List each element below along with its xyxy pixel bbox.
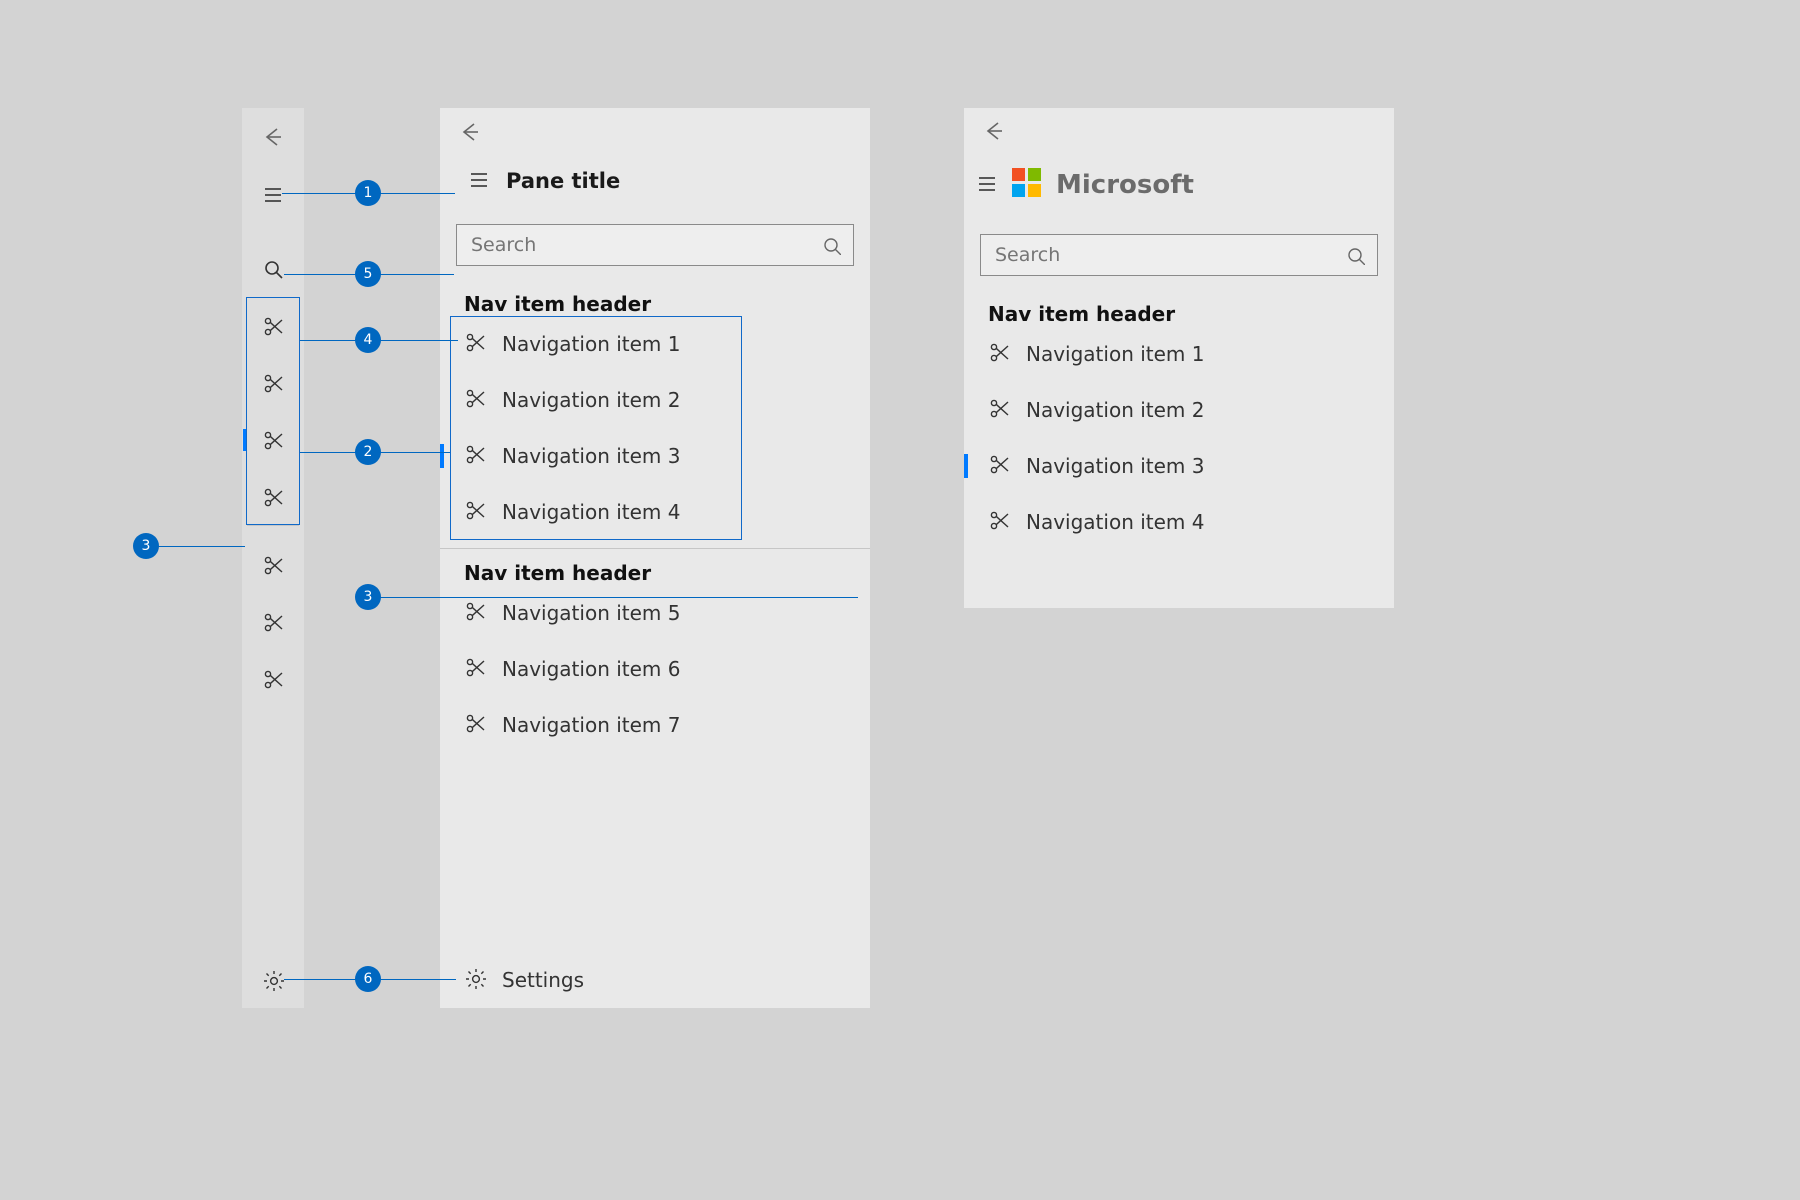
- scissors-icon: [988, 453, 1010, 475]
- scissors-icon: [262, 668, 284, 690]
- nav-item-4[interactable]: Navigation item 4: [440, 484, 870, 540]
- expanded-pane: Pane title Nav item header Navigation it…: [440, 108, 870, 1008]
- nav-icon-3[interactable]: [242, 411, 304, 468]
- section-header-2: Nav item header: [464, 561, 870, 585]
- callout-badge-1: 1: [355, 180, 381, 206]
- nav-item-5[interactable]: Navigation item 5: [440, 585, 870, 641]
- nav-item-label: Navigation item 7: [502, 713, 681, 737]
- scissors-icon: [464, 443, 486, 465]
- nav-icon-4[interactable]: [242, 468, 304, 525]
- search-input[interactable]: [469, 233, 821, 257]
- nav-item-6[interactable]: Navigation item 6: [440, 641, 870, 697]
- back-arrow-icon: [458, 120, 482, 144]
- scissors-icon: [464, 600, 486, 622]
- search-box[interactable]: [980, 234, 1378, 276]
- callout-badge-2: 2: [355, 439, 381, 465]
- scissors-icon: [464, 387, 486, 409]
- selection-indicator: [440, 444, 444, 468]
- hamburger-icon: [976, 172, 998, 194]
- nav-item-label: Navigation item 1: [502, 332, 681, 356]
- callout-badge-6: 6: [355, 966, 381, 992]
- back-arrow-icon: [261, 125, 285, 149]
- scissors-icon: [464, 656, 486, 678]
- callout-badge-4: 4: [355, 327, 381, 353]
- search-box[interactable]: [456, 224, 854, 266]
- nav-item-label: Navigation item 6: [502, 657, 681, 681]
- nav-item-2[interactable]: Navigation item 2: [440, 372, 870, 428]
- nav-item-label: Navigation item 5: [502, 601, 681, 625]
- nav-item-3[interactable]: Navigation item 3: [440, 428, 870, 484]
- nav-item-label: Navigation item 3: [502, 444, 681, 468]
- nav-icon-7[interactable]: [242, 650, 304, 707]
- scissors-icon: [262, 315, 284, 337]
- nav-icon-2[interactable]: [242, 354, 304, 411]
- scissors-icon: [262, 486, 284, 508]
- brand-title: Microsoft: [1056, 170, 1194, 200]
- scissors-icon: [262, 554, 284, 576]
- scissors-icon: [988, 509, 1010, 531]
- selection-indicator: [243, 429, 246, 451]
- scissors-icon: [262, 611, 284, 633]
- nav-item-label: Navigation item 3: [1026, 454, 1205, 478]
- hamburger-icon: [262, 183, 284, 205]
- branded-pane: Microsoft Nav item header Navigation ite…: [964, 108, 1394, 608]
- nav-item-label: Navigation item 4: [502, 500, 681, 524]
- section-header: Nav item header: [988, 302, 1394, 326]
- back-arrow-icon: [982, 119, 1006, 143]
- diagram-canvas: Pane title Nav item header Navigation it…: [0, 0, 1800, 1200]
- nav-icon-5[interactable]: [242, 536, 304, 593]
- search-icon: [821, 235, 841, 255]
- nav-item-3[interactable]: Navigation item 3: [964, 438, 1394, 494]
- scissors-icon: [464, 712, 486, 734]
- callout-badge-5: 5: [355, 261, 381, 287]
- nav-item-4[interactable]: Navigation item 4: [964, 494, 1394, 550]
- hamburger-icon: [468, 168, 490, 190]
- hamburger-button[interactable]: [468, 168, 490, 194]
- callout-line: [378, 597, 858, 598]
- search-icon: [262, 258, 284, 280]
- nav-item-1[interactable]: Navigation item 1: [440, 316, 870, 372]
- section-separator: [440, 548, 870, 549]
- nav-item-7[interactable]: Navigation item 7: [440, 697, 870, 753]
- nav-icon-1[interactable]: [242, 297, 304, 354]
- selection-indicator: [964, 454, 968, 478]
- nav-item-1[interactable]: Navigation item 1: [964, 326, 1394, 382]
- nav-item-label: Navigation item 2: [502, 388, 681, 412]
- microsoft-logo-icon: [1012, 168, 1042, 202]
- section-header-1: Nav item header: [464, 292, 870, 316]
- search-button[interactable]: [242, 240, 304, 297]
- scissors-icon: [464, 499, 486, 521]
- nav-icon-6[interactable]: [242, 593, 304, 650]
- nav-item-label: Navigation item 1: [1026, 342, 1205, 366]
- back-button[interactable]: [242, 108, 304, 165]
- compact-pane: [242, 108, 304, 1008]
- scissors-icon: [988, 341, 1010, 363]
- settings-label: Settings: [502, 968, 584, 992]
- search-input[interactable]: [993, 243, 1345, 267]
- hamburger-button[interactable]: [976, 172, 998, 198]
- pane-title: Pane title: [506, 169, 620, 193]
- scissors-icon: [988, 397, 1010, 419]
- nav-item-label: Navigation item 4: [1026, 510, 1205, 534]
- settings-item[interactable]: Settings: [440, 952, 870, 1008]
- gear-icon: [262, 969, 284, 991]
- back-button[interactable]: [964, 108, 1394, 154]
- nav-item-label: Navigation item 2: [1026, 398, 1205, 422]
- scissors-icon: [262, 372, 284, 394]
- nav-item-2[interactable]: Navigation item 2: [964, 382, 1394, 438]
- scissors-icon: [464, 331, 486, 353]
- callout-badge-3: 3: [133, 533, 159, 559]
- search-icon: [1345, 245, 1365, 265]
- callout-line: [157, 546, 245, 547]
- gear-icon: [464, 967, 486, 989]
- callout-badge-3b: 3: [355, 584, 381, 610]
- back-button[interactable]: [440, 108, 870, 156]
- scissors-icon: [262, 429, 284, 451]
